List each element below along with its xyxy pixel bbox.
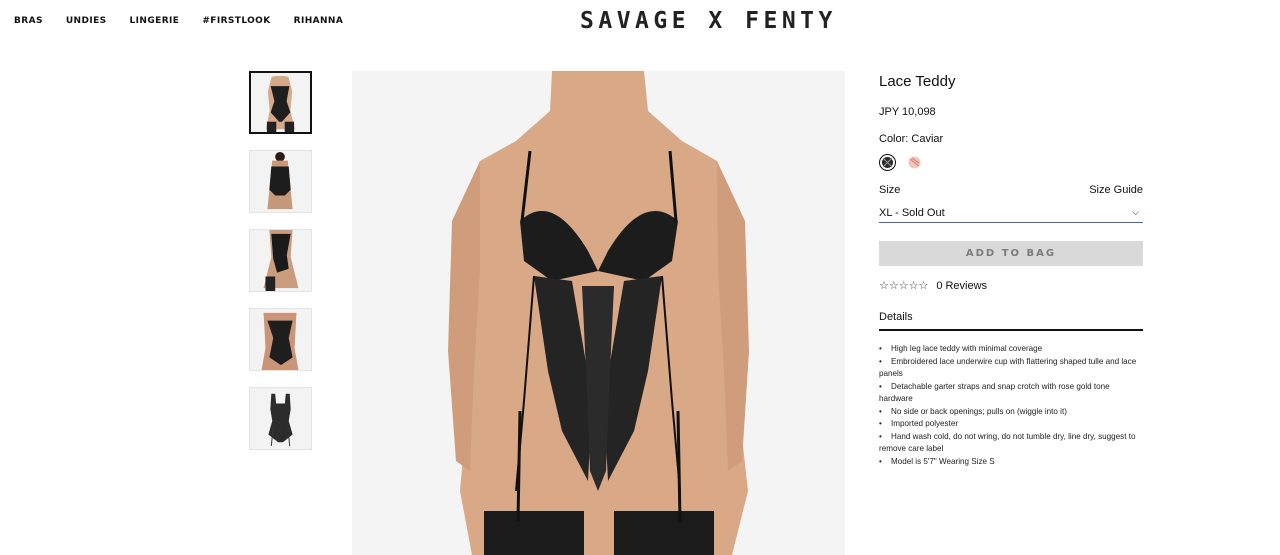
thumbnail-image: [250, 230, 311, 291]
size-label: Size: [879, 184, 901, 196]
color-label: Color: Caviar: [879, 133, 944, 145]
reviews-count: 0 Reviews: [936, 279, 988, 292]
thumbnail-2[interactable]: [249, 150, 312, 213]
size-guide-link[interactable]: Size Guide: [1089, 183, 1143, 197]
thumbnail-image: [250, 151, 311, 212]
list-item: • Model is 5'7" Wearing Size S: [879, 456, 995, 466]
list-item: • Detachable garter straps and snap crotc…: [879, 381, 1110, 404]
product-price: JPY 10,098: [879, 106, 936, 118]
rose-swatch[interactable]: [906, 154, 923, 171]
top-nav: BRAS UNDIES LINGERIE #FIRSTLOOK RIHANNA: [14, 14, 366, 28]
product-title: Lace Teddy: [879, 73, 956, 90]
thumbnail-1[interactable]: [249, 71, 312, 134]
thumbnail-5[interactable]: [249, 387, 312, 450]
thumbnail-image: [251, 73, 310, 132]
list-item: • Imported polyester: [879, 419, 959, 428]
details-heading[interactable]: Details: [879, 311, 1143, 331]
size-header: Size Size Guide: [879, 183, 1143, 197]
list-item: • High leg lace teddy with minimal covera…: [879, 344, 1043, 353]
nav-item-bras[interactable]: BRAS: [14, 14, 43, 28]
thumbnail-3[interactable]: [249, 229, 312, 292]
details-list: • High leg lace teddy with minimal covera…: [879, 343, 1143, 468]
main-product-image[interactable]: [352, 71, 845, 555]
list-item: • No side or back openings; pulls on (wig…: [879, 406, 1067, 416]
color-swatches: [879, 154, 1143, 171]
rose-swatch-icon: [908, 156, 921, 169]
chevron-down-icon: ⌵: [1132, 207, 1139, 217]
thumbnail-image: [250, 309, 311, 370]
size-select[interactable]: XL - Sold Out ⌵: [879, 203, 1143, 223]
add-to-bag-button[interactable]: ADD TO BAG: [879, 241, 1143, 266]
brand-logo[interactable]: SAVAGE X FENTY: [580, 8, 832, 34]
caviar-swatch-icon: [882, 157, 893, 168]
list-item: • Embroidered lace underwire cup with fla…: [879, 356, 1137, 379]
product-photo: [352, 71, 845, 555]
size-selected-value: XL - Sold Out: [879, 206, 945, 219]
thumbnail-list: [249, 71, 314, 466]
reviews-row[interactable]: ☆☆☆☆☆ 0 Reviews: [879, 279, 1143, 293]
nav-item-undies[interactable]: UNDIES: [66, 14, 107, 28]
thumbnail-4[interactable]: [249, 308, 312, 371]
star-rating-icon: ☆☆☆☆☆: [879, 280, 929, 292]
thumbnail-image: [250, 388, 311, 449]
nav-item-lingerie[interactable]: LINGERIE: [130, 14, 180, 28]
nav-item-rihanna[interactable]: RIHANNA: [294, 14, 344, 28]
caviar-swatch[interactable]: [879, 154, 896, 171]
nav-item-firstlook[interactable]: #FIRSTLOOK: [202, 14, 270, 28]
product-panel: Lace Teddy JPY 10,098 Color: Caviar Size…: [879, 70, 1143, 468]
list-item: • Hand wash cold, do not wring, do not tu…: [879, 431, 1136, 454]
